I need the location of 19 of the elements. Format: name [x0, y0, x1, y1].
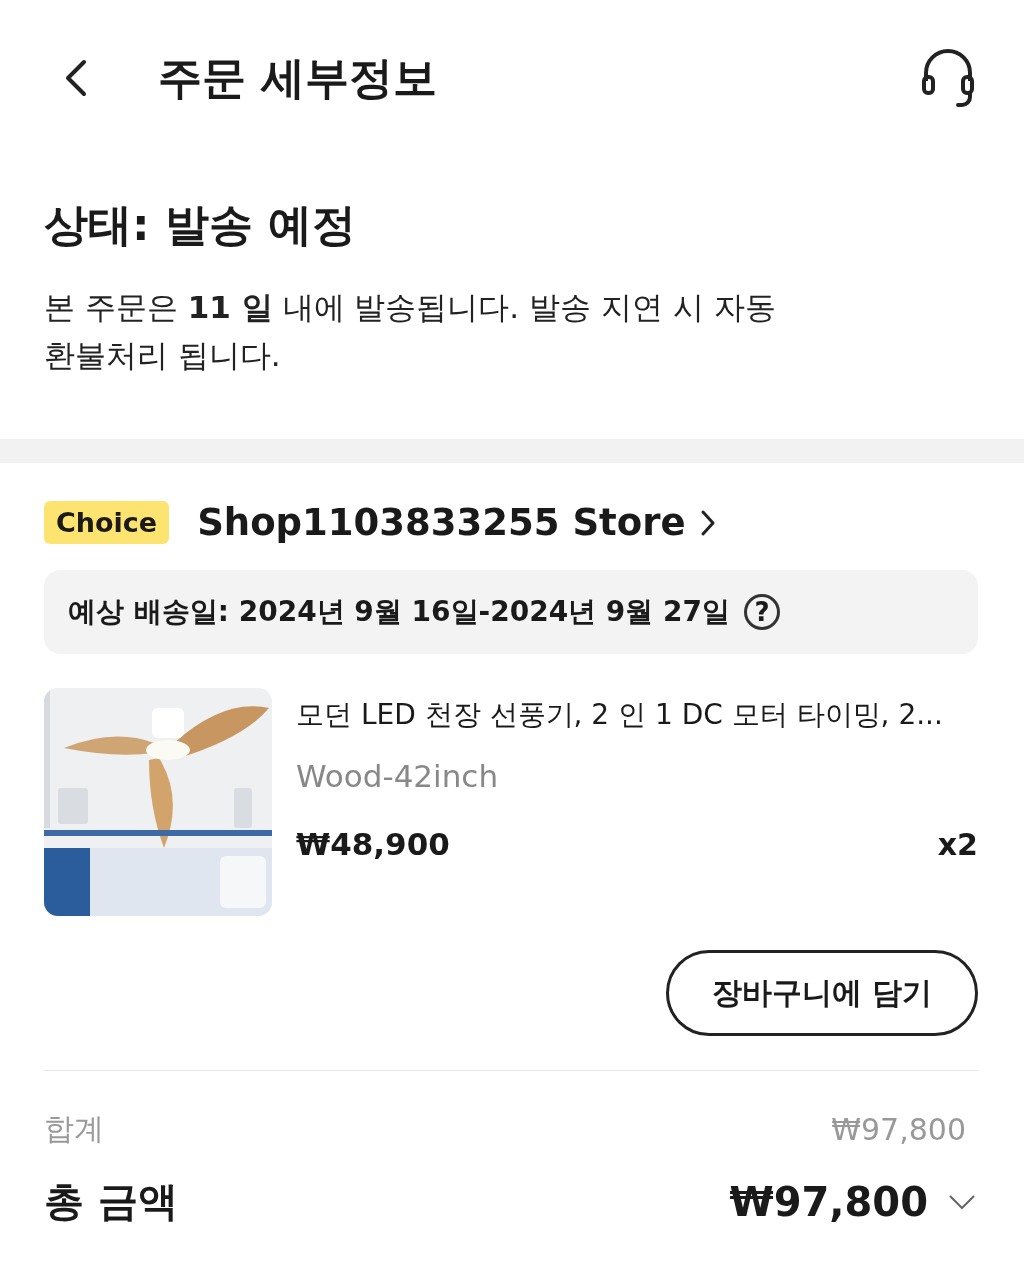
status-title: 상태: 발송 예정	[44, 198, 358, 252]
delivery-date: 예상 배송일: 2024년 9월 16일-2024년 9월 27일	[68, 594, 731, 630]
subtotal-amount: ₩97,800	[831, 1112, 966, 1147]
help-button[interactable]: ?	[744, 594, 781, 630]
total-label: 총 금액	[44, 1177, 178, 1226]
status-message: 본 주문은 11 일 내에 발송됩니다. 발송 지연 시 자동 환불처리 됩니다.	[44, 288, 777, 375]
page-title: 주문 세부정보	[158, 50, 439, 105]
product-title[interactable]: 모던 LED 천장 선풍기, 2 인 1 DC 모터 타이밍, 2...	[296, 696, 978, 734]
product-variant: Wood-42inch	[296, 758, 500, 794]
chevron-right-icon[interactable]	[699, 508, 716, 537]
add-to-cart-button[interactable]: 장바구니에 담기	[666, 950, 978, 1036]
product-quantity: x2	[937, 826, 978, 862]
total-amount: ₩97,800	[729, 1178, 928, 1225]
chevron-down-icon[interactable]	[948, 1193, 976, 1210]
product-price: ₩48,900	[296, 826, 450, 862]
choice-badge: Choice	[44, 501, 170, 544]
subtotal-label: 합계	[44, 1110, 104, 1148]
headset-icon[interactable]	[920, 47, 976, 109]
store-link[interactable]: Shop1103833255 Store	[197, 501, 686, 544]
